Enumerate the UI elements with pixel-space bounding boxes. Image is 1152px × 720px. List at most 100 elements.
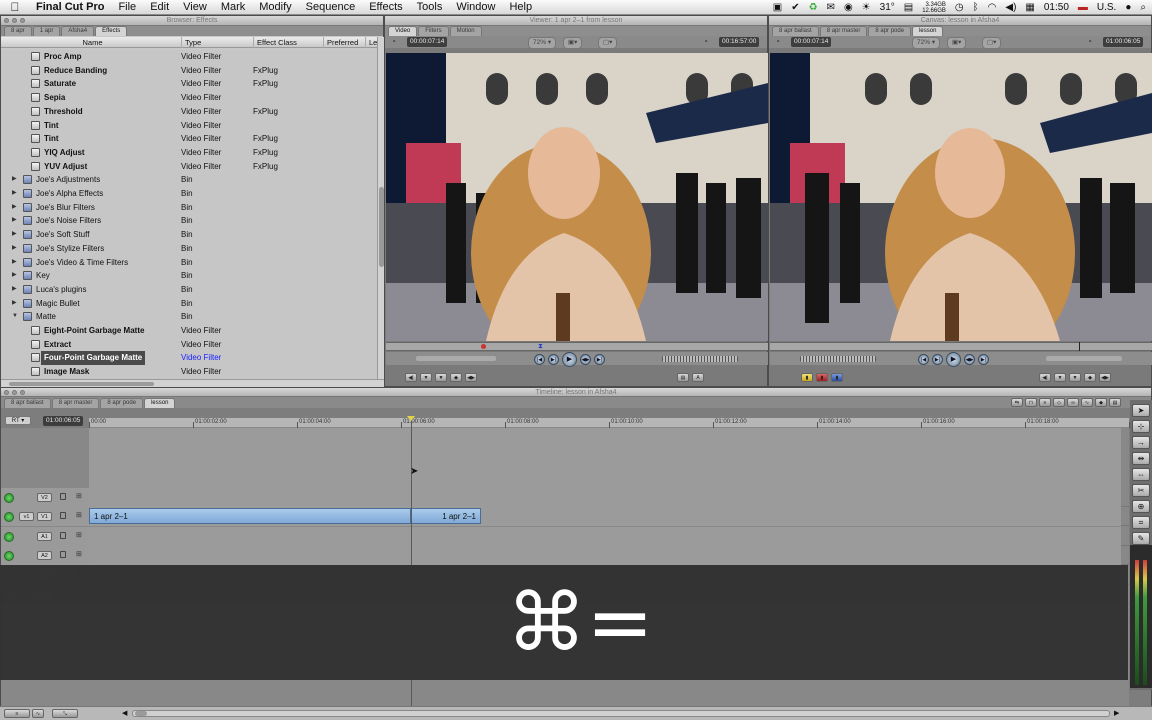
recent-clips-button[interactable]: ▤ xyxy=(677,373,689,382)
mark-out-button[interactable]: ▼ xyxy=(1069,373,1081,382)
track-lane[interactable]: 1 apr 2–1 1 apr 2–1 xyxy=(89,507,1121,526)
destination-patch[interactable]: V1 xyxy=(37,512,52,521)
timeline-clip[interactable]: 1 apr 2–1 xyxy=(411,508,481,524)
add-marker-button[interactable]: ◀▶ xyxy=(465,373,477,382)
effect-row[interactable]: Sepia Video Filter xyxy=(1,91,377,105)
memory-meter[interactable]: 3.34GB 12.66GB xyxy=(922,2,946,14)
crop-tool-icon[interactable]: ⌗ xyxy=(1132,516,1150,529)
insert-edit-button[interactable]: ▮ xyxy=(801,373,813,382)
viewer-scrubber-bar[interactable]: ⧗ xyxy=(386,342,768,351)
prev-edit-button[interactable]: |◀ xyxy=(534,354,545,365)
effect-row[interactable]: Image Mask Video Filter xyxy=(1,365,377,379)
tab-8-apr-pode[interactable]: 8 apr pode xyxy=(868,26,912,36)
effect-row[interactable]: Four-Point Garbage Matte Video Filter xyxy=(1,351,377,366)
auto-select-icon[interactable]: ⊞ xyxy=(76,551,83,559)
canvas-titlebar[interactable]: Canvas: lesson in Afsha4 xyxy=(769,16,1151,26)
timeline-clip[interactable]: 1 apr 2–1 xyxy=(89,508,411,524)
overwrite-edit-button[interactable]: ▮ xyxy=(816,373,828,382)
timeline-titlebar[interactable]: Timeline: lesson in Afsha4 xyxy=(1,388,1151,397)
tab-video[interactable]: Video xyxy=(388,26,418,36)
tab-afsha4[interactable]: Afsha4 xyxy=(61,26,95,36)
tab-effects[interactable]: Effects xyxy=(95,26,128,36)
add-keyframe-button[interactable]: ◆ xyxy=(450,373,462,382)
viewer-current-timecode[interactable]: 00:16:57:00 xyxy=(719,37,760,47)
next-edit-button[interactable]: ▶| xyxy=(594,354,605,365)
browser-titlebar[interactable]: Browser: Effects xyxy=(1,16,383,26)
tab-8-apr-master[interactable]: 8 apr master xyxy=(51,398,100,408)
play-button[interactable]: ▶ xyxy=(562,352,577,367)
canvas-playhead[interactable] xyxy=(1079,342,1080,351)
roll-tool-icon[interactable]: ⇹ xyxy=(1132,452,1150,465)
effect-row[interactable]: Extract Video Filter xyxy=(1,338,377,352)
tab-8-apr-master[interactable]: 8 apr master xyxy=(819,26,868,36)
viewer-shuttle-control[interactable] xyxy=(416,356,496,361)
match-frame-button[interactable]: ◀| xyxy=(1039,373,1051,382)
bin-row[interactable]: ▶ Joe's Soft Stuff Bin xyxy=(1,228,377,242)
mail-icon[interactable]: ✉ xyxy=(827,2,835,13)
record-icon[interactable]: ◉ xyxy=(844,2,853,13)
canvas-overlay-popup[interactable]: ▢▾ xyxy=(982,37,1002,49)
menu-modify[interactable]: Modify xyxy=(252,1,298,13)
app-menu[interactable]: Final Cut Pro xyxy=(30,1,111,13)
edit-selection-tool-icon[interactable]: ⊹ xyxy=(1132,420,1150,433)
auto-select-icon[interactable]: ⊞ xyxy=(76,493,83,501)
disclosure-closed-icon[interactable]: ▶ xyxy=(12,256,17,270)
track-visibility-icon[interactable] xyxy=(4,493,14,503)
effect-row[interactable]: Tint Video Filter xyxy=(1,119,377,133)
window-buttons[interactable] xyxy=(4,390,25,395)
menu-window[interactable]: Window xyxy=(449,1,502,13)
bin-row[interactable]: ▶ Joe's Stylize Filters Bin xyxy=(1,242,377,256)
viewer-jog-control[interactable] xyxy=(662,356,738,362)
destination-patch[interactable]: A2 xyxy=(37,551,52,560)
disclosure-closed-icon[interactable]: ▶ xyxy=(12,173,17,187)
rt-popup[interactable]: RT ▾ xyxy=(5,416,31,425)
prev-edit-button[interactable]: |◀ xyxy=(918,354,929,365)
scroll-left-icon[interactable]: ◀ xyxy=(122,709,127,717)
temperature[interactable]: 31° xyxy=(880,2,895,13)
canvas-zoom-popup[interactable]: 72% ▾ xyxy=(912,37,941,49)
locale[interactable]: U.S. xyxy=(1097,2,1116,13)
play-in-out-button[interactable]: ▶| xyxy=(548,354,559,365)
disclosure-closed-icon[interactable]: ▶ xyxy=(12,187,17,201)
tab-filters[interactable]: Filters xyxy=(418,26,449,36)
keyframes-button[interactable]: ◆ xyxy=(1095,398,1107,407)
track-lane[interactable] xyxy=(89,527,1121,546)
mark-in-button[interactable]: ▼ xyxy=(420,373,432,382)
spotlight-icon[interactable]: ⌕ xyxy=(1140,2,1146,13)
track-visibility-icon[interactable] xyxy=(4,551,14,561)
zoom-tool-icon[interactable]: ⊕ xyxy=(1132,500,1150,513)
scroll-right-icon[interactable]: ▶ xyxy=(1114,709,1119,717)
bin-row[interactable]: ▶ Luca's plugins Bin xyxy=(1,283,377,297)
track-select-tool-icon[interactable]: → xyxy=(1132,436,1150,449)
bin-row[interactable]: ▶ Joe's Adjustments Bin xyxy=(1,173,377,187)
destination-patch[interactable]: A1 xyxy=(37,532,52,541)
viewer-view-popup[interactable]: ▣▾ xyxy=(563,37,583,49)
bin-row[interactable]: ▶ Key Bin xyxy=(1,269,377,283)
canvas-jog-control[interactable] xyxy=(1046,356,1122,361)
clip-overlays-button[interactable]: ◇ xyxy=(1053,398,1065,407)
viewer-duration-timecode[interactable]: 00:00:07:14 xyxy=(407,37,448,47)
next-edit-button[interactable]: ▶| xyxy=(978,354,989,365)
bin-row[interactable]: ▶ Joe's Blur Filters Bin xyxy=(1,201,377,215)
viewer-zoom-popup[interactable]: 72% ▾ xyxy=(528,37,557,49)
volume-icon[interactable]: ◀) xyxy=(1005,2,1016,13)
timeline-horizontal-scrollbar[interactable] xyxy=(132,710,1110,717)
canvas-video-frame[interactable] xyxy=(770,53,1152,341)
lock-icon[interactable] xyxy=(60,512,66,519)
tab-8-apr-ballast[interactable]: 8 apr ballast xyxy=(4,398,51,408)
track-height-control[interactable]: ≡ xyxy=(4,709,30,718)
recycle-icon[interactable]: ♻ xyxy=(809,2,818,13)
user-icon[interactable]: ● xyxy=(1125,2,1131,13)
bin-row[interactable]: ▶ Magic Bullet Bin xyxy=(1,297,377,311)
tab-motion[interactable]: Motion xyxy=(449,26,482,36)
disclosure-closed-icon[interactable]: ▶ xyxy=(12,242,17,256)
add-keyframe-button[interactable]: ◆ xyxy=(1084,373,1096,382)
timeline-ruler[interactable]: 00:00 01:00:02:00 01:00:04:00 01:00:06:00 01… xyxy=(89,418,1143,428)
link-button[interactable]: ⇆ xyxy=(1011,398,1023,407)
menu-help[interactable]: Help xyxy=(502,1,539,13)
canvas-view-popup[interactable]: ▣▾ xyxy=(947,37,967,49)
menu-sequence[interactable]: Sequence xyxy=(299,1,363,13)
column-effect-class[interactable]: Effect Class xyxy=(253,37,323,48)
play-around-button[interactable]: ◀▶ xyxy=(964,354,975,365)
canvas-duration-timecode[interactable]: 00:00:07:14 xyxy=(791,37,832,47)
